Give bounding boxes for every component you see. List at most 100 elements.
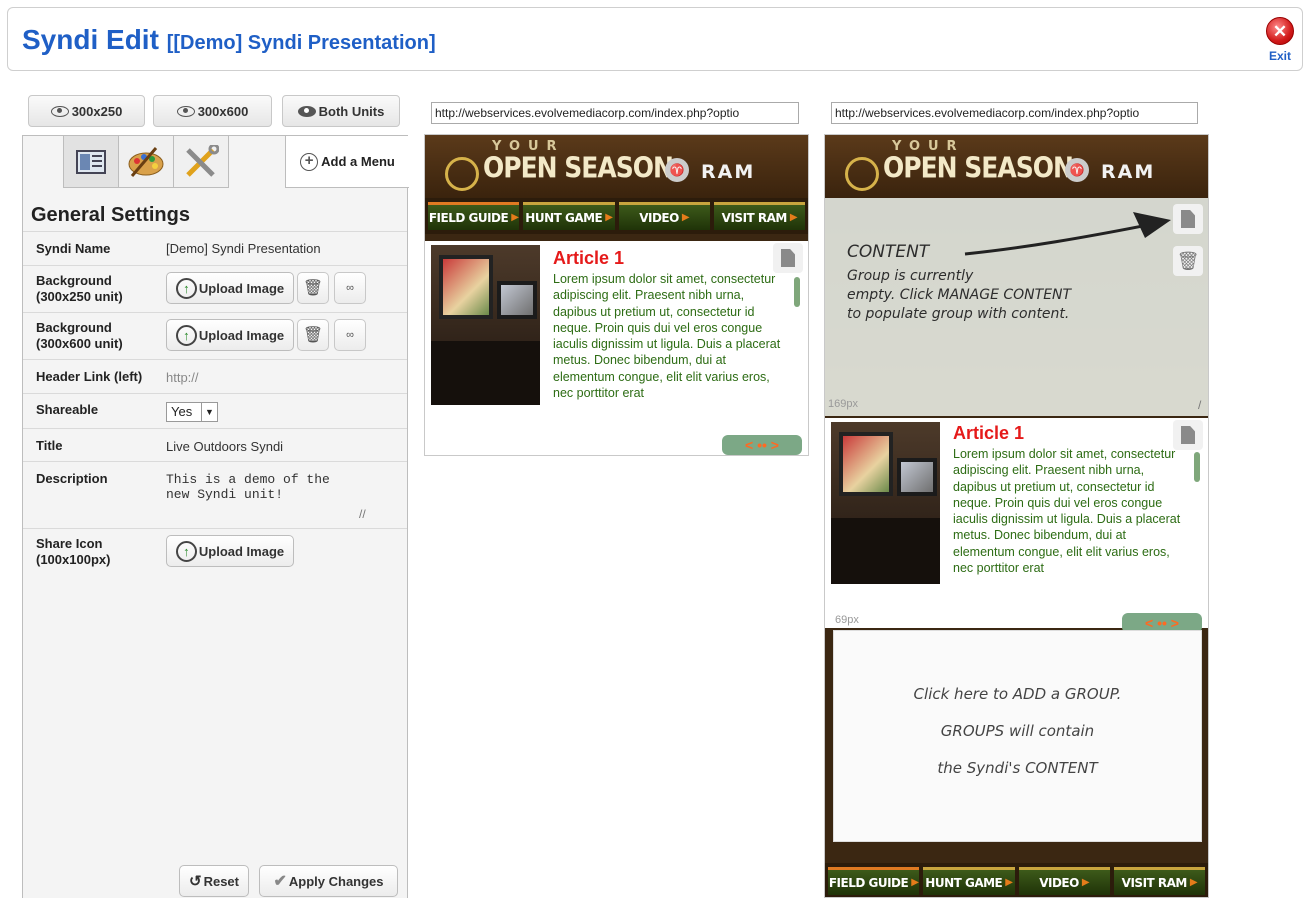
nav-field-guide[interactable]: FIELD GUIDE ▶	[428, 202, 520, 230]
delete-background-250-button[interactable]: 🗑	[297, 272, 329, 304]
eye-icon	[297, 105, 316, 117]
label-line: (100x100px)	[36, 552, 111, 567]
ram-logo-icon: ♈	[665, 158, 689, 182]
description-row: Description This is a demo of the new Sy…	[23, 461, 407, 528]
description-textarea[interactable]: This is a demo of the new Syndi unit!	[166, 472, 376, 502]
upload-icon: ↑	[175, 324, 197, 346]
tab-advanced[interactable]	[173, 136, 229, 188]
header-link-row: Header Link (left) http://	[23, 359, 407, 393]
photo-frame	[839, 432, 893, 496]
background-600-label: Background (300x600 unit)	[36, 320, 123, 352]
apply-changes-label: Apply Changes	[288, 873, 384, 889]
nav-bar: FIELD GUIDE ▶ HUNT GAME ▶ VIDEO ▶ VISIT RAM…	[825, 863, 1208, 897]
unit-300x250-button[interactable]: 300x250	[28, 95, 145, 127]
nav-hunt-game[interactable]: HUNT GAME ▶	[923, 867, 1015, 895]
title-row: Title Live Outdoors Syndi	[23, 428, 407, 461]
binoculars-icon: ∞	[346, 282, 354, 294]
arrow-icon: ▶	[911, 877, 919, 888]
layout-icon	[76, 149, 106, 174]
reset-label: Reset	[203, 873, 239, 889]
delete-background-600-button[interactable]: 🗑	[297, 319, 329, 351]
resize-grip-icon[interactable]: //	[359, 507, 366, 521]
nav-label: VIDEO	[1039, 875, 1079, 890]
description-label: Description	[36, 471, 108, 486]
height-label: 69px	[835, 614, 859, 626]
article-group: Article 1 Lorem ipsum dolor sit amet, co…	[825, 418, 1208, 633]
chevron-down-icon: ▼	[201, 403, 217, 421]
shareable-select[interactable]: Yes ▼	[166, 402, 218, 422]
article-body: Lorem ipsum dolor sit amet, consectetur …	[953, 447, 1181, 576]
upload-icon: ↑	[175, 540, 197, 562]
pager[interactable]: < •• >	[722, 435, 802, 455]
add-menu-button[interactable]: + Add a Menu	[285, 136, 409, 188]
label-line: (300x600 unit)	[36, 336, 123, 351]
document-icon[interactable]	[773, 243, 803, 273]
preview-300x600: YOUR OPEN SEASON ♈ RAM CONTENT Group is …	[824, 134, 1209, 898]
crosshair-icon	[445, 157, 479, 191]
content-note-line: empty. Click MANAGE CONTENT	[847, 287, 1072, 303]
nav-label: VIDEO	[639, 210, 679, 225]
brand-banner[interactable]: YOUR OPEN SEASON ♈ RAM	[425, 135, 808, 198]
undo-icon: ↺	[189, 873, 202, 890]
tab-appearance[interactable]	[118, 136, 174, 188]
label-line: Background	[36, 273, 112, 288]
nav-label: HUNT GAME	[925, 875, 1003, 890]
article-title[interactable]: Article 1	[953, 423, 1024, 444]
arrow-icon: ▶	[1005, 877, 1013, 888]
trash-icon[interactable]: 🗑	[1173, 246, 1203, 276]
brand-banner[interactable]: YOUR OPEN SEASON ♈ RAM	[825, 135, 1208, 198]
preview-background-250-button[interactable]: ∞	[334, 272, 366, 304]
scrollbar[interactable]	[794, 277, 800, 307]
eye-icon	[50, 105, 69, 117]
close-icon: ✕	[1266, 17, 1294, 45]
scrollbar[interactable]	[1194, 452, 1200, 482]
nav-visit-ram[interactable]: VISIT RAM ▶	[1113, 867, 1205, 895]
unit-300x600-button[interactable]: 300x600	[153, 95, 272, 127]
preview-background-600-button[interactable]: ∞	[334, 319, 366, 351]
content-note-line: Group is currently	[847, 268, 974, 284]
content-group-empty[interactable]: CONTENT Group is currently empty. Click …	[825, 198, 1208, 416]
nav-label: HUNT GAME	[525, 210, 603, 225]
upload-background-250-button[interactable]: ↑ Upload Image	[166, 272, 294, 304]
arrow-icon: ▶	[1189, 877, 1198, 888]
resize-grip-icon[interactable]: /	[1198, 398, 1201, 412]
pager-label: < •• >	[745, 437, 779, 453]
tab-general[interactable]	[63, 136, 119, 188]
preview-url-600[interactable]: http://webservices.evolvemediacorp.com/i…	[831, 102, 1198, 124]
nav-video[interactable]: VIDEO ▶	[618, 202, 710, 230]
syndi-name-field[interactable]: [Demo] Syndi Presentation	[166, 241, 321, 256]
document-icon[interactable]	[1173, 204, 1203, 234]
shelf	[831, 518, 940, 584]
unit-both-button[interactable]: Both Units	[282, 95, 400, 127]
exit-button[interactable]: ✕ Exit	[1263, 17, 1297, 63]
nav-hunt-game[interactable]: HUNT GAME ▶	[523, 202, 615, 230]
sheet-shape	[781, 249, 795, 267]
article-title[interactable]: Article 1	[553, 248, 624, 269]
upload-label: Upload Image	[198, 543, 285, 559]
document-icon[interactable]	[1173, 420, 1203, 450]
content-note-line: to populate group with content.	[847, 306, 1070, 322]
title-field[interactable]: Live Outdoors Syndi	[166, 439, 283, 454]
apply-changes-button[interactable]: ✔ Apply Changes	[259, 865, 398, 897]
nav-video[interactable]: VIDEO ▶	[1018, 867, 1110, 895]
upload-icon: ↑	[175, 277, 197, 299]
nav-visit-ram[interactable]: VISIT RAM ▶	[713, 202, 805, 230]
syndi-name-row: Syndi Name [Demo] Syndi Presentation	[23, 231, 407, 265]
nav-label: FIELD GUIDE	[828, 875, 909, 890]
sheet-shape	[1181, 426, 1195, 444]
upload-share-icon-button[interactable]: ↑ Upload Image	[166, 535, 294, 567]
article-image[interactable]	[431, 245, 540, 405]
upload-background-600-button[interactable]: ↑ Upload Image	[166, 319, 294, 351]
header-link-field[interactable]: http://	[166, 370, 199, 385]
background-250-label: Background (300x250 unit)	[36, 273, 123, 305]
content-heading: CONTENT	[847, 242, 930, 262]
nav-field-guide[interactable]: FIELD GUIDE ▶	[828, 867, 920, 895]
preview-url-250[interactable]: http://webservices.evolvemediacorp.com/i…	[431, 102, 799, 124]
arrow-icon: ▶	[789, 212, 798, 223]
add-group-card[interactable]: Click here to ADD a GROUP. GROUPS will c…	[833, 630, 1202, 842]
add-menu-label: Add a Menu	[321, 154, 395, 169]
reset-button[interactable]: ↺ Reset	[179, 865, 249, 897]
article-image[interactable]	[831, 422, 940, 584]
shelf	[431, 341, 540, 405]
unit-both-label: Both Units	[318, 103, 385, 119]
